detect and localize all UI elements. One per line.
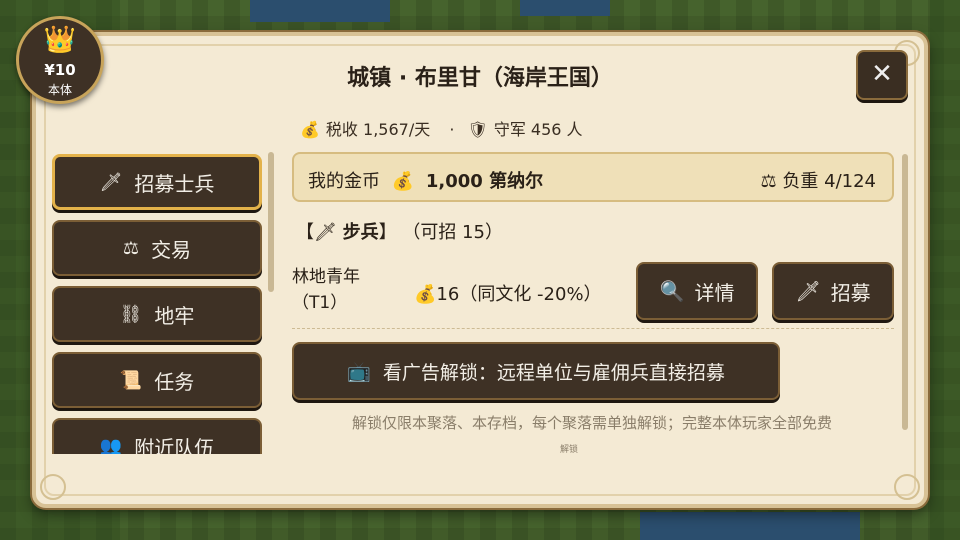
gold-bar: 我的金币 💰 1,000 第纳尔 ⚖ 负重 4/124 bbox=[292, 152, 894, 202]
unit-name: 林地青年 （T1） bbox=[292, 264, 360, 316]
sidebar-item-dungeon[interactable]: ⛓ 地牢 bbox=[52, 286, 262, 342]
river bbox=[250, 0, 390, 22]
sword-icon: 🗡 bbox=[314, 222, 337, 243]
town-stats: 💰 税收 1,567/天 · 🛡 守军 456 人 bbox=[300, 116, 589, 140]
shield-icon: 🛡 bbox=[467, 120, 488, 139]
close-button[interactable]: ✕ bbox=[856, 50, 908, 100]
unlock-note-trailing: 解锁 bbox=[560, 445, 579, 455]
unit-title: 林地青年 bbox=[292, 267, 360, 287]
corner-ornament bbox=[894, 474, 920, 500]
sidebar-item-trade[interactable]: ⚖ 交易 bbox=[52, 220, 262, 276]
sword-icon: 🗡 bbox=[99, 171, 123, 193]
unit-cost-text: 16（同文化 -20%） bbox=[436, 284, 602, 305]
sidebar-item-recruit[interactable]: 🗡 招募士兵 bbox=[52, 154, 262, 210]
details-label: 详情 bbox=[694, 280, 735, 305]
unit-cost: 💰16（同文化 -20%） bbox=[414, 280, 602, 306]
corner-ornament bbox=[40, 474, 66, 500]
page-title: 城镇 · 布里甘（海岸王国） bbox=[347, 66, 613, 91]
forest-area bbox=[930, 0, 960, 540]
bracket-open: 【 bbox=[296, 222, 314, 243]
badge-subtitle: 本体 bbox=[47, 83, 72, 97]
divider bbox=[292, 328, 894, 329]
people-icon: 👥 bbox=[99, 435, 123, 455]
unit-tier: （T1） bbox=[292, 293, 348, 313]
sidebar-scrollbar[interactable] bbox=[268, 152, 274, 292]
magnifier-icon: 🔍 bbox=[659, 279, 685, 303]
sword-icon: 🗡 bbox=[795, 279, 821, 303]
currency-badge[interactable]: 👑 ¥10 本体 bbox=[16, 16, 104, 104]
shackles-icon: ⛓ bbox=[119, 303, 143, 325]
sidebar-item-quests[interactable]: 📜 任务 bbox=[52, 352, 262, 408]
available-count: （可招 15） bbox=[402, 222, 503, 243]
tax-label: 税收 1,567/天 bbox=[325, 120, 431, 139]
sidebar: 🗡 招募士兵 ⚖ 交易 ⛓ 地牢 📜 任务 👥 附近队伍 bbox=[50, 152, 266, 454]
scales-icon: ⚖ bbox=[122, 237, 140, 259]
gold-label: 我的金币 bbox=[308, 171, 380, 192]
ad-label: 看广告解锁：远程单位与雇佣兵直接招募 bbox=[382, 361, 725, 384]
crown-icon: 👑 bbox=[43, 25, 77, 55]
money-bag-icon: 💰 bbox=[414, 284, 437, 305]
stats-separator: · bbox=[449, 120, 455, 139]
garrison-label: 守军 456 人 bbox=[493, 120, 583, 139]
unlock-note: 解锁仅限本聚落、本存档，每个聚落需单独解锁；完整本体玩家全部免费 bbox=[351, 414, 832, 432]
watch-ad-unlock-button[interactable]: 📺 看广告解锁：远程单位与雇佣兵直接招募 bbox=[292, 342, 780, 400]
river bbox=[520, 0, 610, 16]
money-bag-icon: 💰 bbox=[300, 120, 320, 139]
sidebar-item-label: 地牢 bbox=[154, 303, 195, 328]
details-button[interactable]: 🔍 详情 bbox=[636, 262, 758, 320]
tv-icon: 📺 bbox=[347, 360, 371, 383]
scales-icon: ⚖ bbox=[760, 171, 777, 192]
sidebar-item-label: 交易 bbox=[151, 237, 192, 262]
content-scrollbar[interactable] bbox=[902, 154, 908, 430]
scroll-icon: 📜 bbox=[119, 369, 143, 391]
sidebar-item-label: 附近队伍 bbox=[134, 435, 215, 455]
badge-amount: ¥10 bbox=[44, 61, 76, 79]
sidebar-item-nearby-parties[interactable]: 👥 附近队伍 bbox=[52, 418, 262, 454]
recruit-button[interactable]: 🗡 招募 bbox=[772, 262, 894, 320]
section-name: 步兵 bbox=[342, 222, 379, 243]
sidebar-item-label: 招募士兵 bbox=[134, 171, 215, 196]
sidebar-item-label: 任务 bbox=[154, 369, 195, 394]
load-info: ⚖ 负重 4/124 bbox=[761, 167, 876, 193]
section-title: 【🗡 步兵】 （可招 15） bbox=[296, 218, 503, 244]
gold-info: 我的金币 💰 1,000 第纳尔 bbox=[308, 167, 543, 193]
recruit-label: 招募 bbox=[830, 280, 871, 305]
money-bag-icon: 💰 bbox=[391, 171, 415, 192]
gold-amount: 1,000 第纳尔 bbox=[425, 171, 544, 192]
load-label: 负重 4/124 bbox=[782, 171, 876, 192]
bracket-close: 】 bbox=[378, 222, 397, 243]
river bbox=[640, 512, 860, 540]
